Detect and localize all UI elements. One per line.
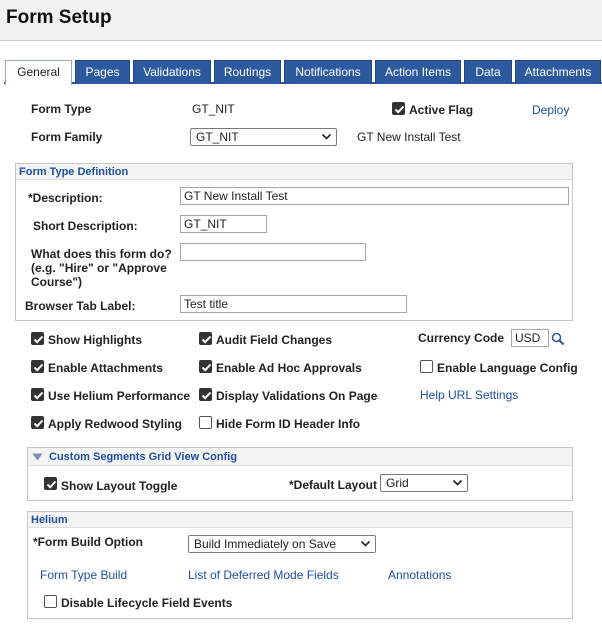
enable-attachments-label: Enable Attachments bbox=[48, 361, 163, 375]
description-label: *Description: bbox=[28, 191, 103, 205]
tab-validations[interactable]: Validations bbox=[133, 60, 211, 83]
hide-form-id-checkbox[interactable] bbox=[199, 416, 212, 429]
show-layout-toggle-label: Show Layout Toggle bbox=[61, 479, 178, 493]
apply-redwood-styling-checkbox[interactable] bbox=[31, 416, 44, 429]
apply-redwood-styling-label: Apply Redwood Styling bbox=[48, 417, 182, 431]
page-title: Form Setup bbox=[6, 7, 112, 28]
default-layout-selected: Grid bbox=[386, 476, 409, 490]
short-description-label: Short Description: bbox=[33, 219, 138, 233]
enable-language-config-checkbox[interactable] bbox=[420, 360, 433, 373]
disable-lifecycle-label: Disable Lifecycle Field Events bbox=[61, 596, 233, 610]
annotations-link[interactable]: Annotations bbox=[388, 568, 451, 582]
custom-segments-header[interactable]: Custom Segments Grid View Config bbox=[28, 448, 572, 466]
what-does-label-line2: (e.g. "Hire" or "Approve bbox=[31, 261, 167, 275]
hide-form-id-label: Hide Form ID Header Info bbox=[216, 417, 361, 431]
use-helium-performance-label: Use Helium Performance bbox=[48, 389, 191, 403]
browser-tab-input[interactable]: Test title bbox=[180, 295, 407, 313]
search-icon[interactable] bbox=[551, 332, 565, 346]
helium-heading: Helium bbox=[28, 512, 572, 528]
form-type-value: GT_NIT bbox=[192, 102, 235, 116]
form-build-option-selected: Build Immediately on Save bbox=[194, 537, 337, 551]
currency-code-label: Currency Code bbox=[418, 331, 505, 345]
enable-adhoc-approvals-label: Enable Ad Hoc Approvals bbox=[216, 361, 362, 375]
active-flag-checkbox[interactable] bbox=[392, 102, 405, 115]
default-layout-label: *Default Layout bbox=[289, 478, 378, 492]
tab-routings[interactable]: Routings bbox=[214, 60, 281, 83]
disable-lifecycle-checkbox[interactable] bbox=[44, 595, 57, 608]
chevron-down-icon bbox=[360, 540, 371, 547]
enable-adhoc-approvals-checkbox[interactable] bbox=[199, 360, 212, 373]
form-type-label: Form Type bbox=[31, 102, 92, 116]
tab-data[interactable]: Data bbox=[464, 60, 512, 83]
tab-attachments[interactable]: Attachments bbox=[515, 60, 601, 83]
form-family-label: Form Family bbox=[31, 130, 103, 144]
active-flag-label: Active Flag bbox=[409, 103, 474, 117]
what-does-label-line3: Course") bbox=[31, 275, 83, 289]
help-url-settings-link[interactable]: Help URL Settings bbox=[420, 388, 518, 402]
description-input[interactable]: GT New Install Test bbox=[180, 187, 569, 205]
tab-general[interactable]: General bbox=[5, 60, 72, 85]
currency-code-input[interactable]: USD bbox=[511, 329, 549, 347]
form-type-build-link[interactable]: Form Type Build bbox=[40, 568, 127, 582]
deferred-mode-fields-link[interactable]: List of Deferred Mode Fields bbox=[188, 568, 339, 582]
form-family-selected: GT_NIT bbox=[196, 130, 239, 144]
tab-pages[interactable]: Pages bbox=[75, 60, 130, 83]
audit-field-changes-label: Audit Field Changes bbox=[216, 333, 333, 347]
tab-bar: General Pages Validations Routings Notif… bbox=[4, 60, 602, 85]
form-build-option-select[interactable]: Build Immediately on Save bbox=[188, 535, 376, 553]
short-description-input[interactable]: GT_NIT bbox=[180, 215, 267, 233]
chevron-down-icon bbox=[452, 479, 463, 486]
display-validations-label: Display Validations On Page bbox=[216, 389, 378, 403]
enable-attachments-checkbox[interactable] bbox=[31, 360, 44, 373]
browser-tab-label: Browser Tab Label: bbox=[25, 299, 136, 313]
enable-language-config-label: Enable Language Config bbox=[437, 361, 578, 375]
audit-field-changes-checkbox[interactable] bbox=[199, 332, 212, 345]
show-highlights-label: Show Highlights bbox=[48, 333, 142, 347]
form-build-option-label: *Form Build Option bbox=[33, 535, 143, 549]
form-family-description: GT New Install Test bbox=[357, 130, 461, 144]
tab-notifications[interactable]: Notifications bbox=[284, 60, 372, 83]
collapse-triangle-icon[interactable] bbox=[32, 453, 43, 461]
deploy-link[interactable]: Deploy bbox=[532, 103, 569, 117]
show-layout-toggle-checkbox[interactable] bbox=[44, 477, 57, 490]
what-does-input[interactable] bbox=[180, 243, 366, 261]
show-highlights-checkbox[interactable] bbox=[31, 332, 44, 345]
tab-action-items[interactable]: Action Items bbox=[375, 60, 461, 83]
title-bar: Form Setup bbox=[0, 0, 602, 41]
form-family-select[interactable]: GT_NIT bbox=[190, 128, 337, 146]
chevron-down-icon bbox=[321, 133, 332, 140]
form-type-definition-heading: Form Type Definition bbox=[16, 164, 572, 180]
custom-segments-heading: Custom Segments Grid View Config bbox=[49, 451, 238, 463]
use-helium-performance-checkbox[interactable] bbox=[31, 388, 44, 401]
display-validations-checkbox[interactable] bbox=[199, 388, 212, 401]
what-does-label-line1: What does this form do? bbox=[31, 247, 172, 261]
default-layout-select[interactable]: Grid bbox=[380, 474, 468, 492]
